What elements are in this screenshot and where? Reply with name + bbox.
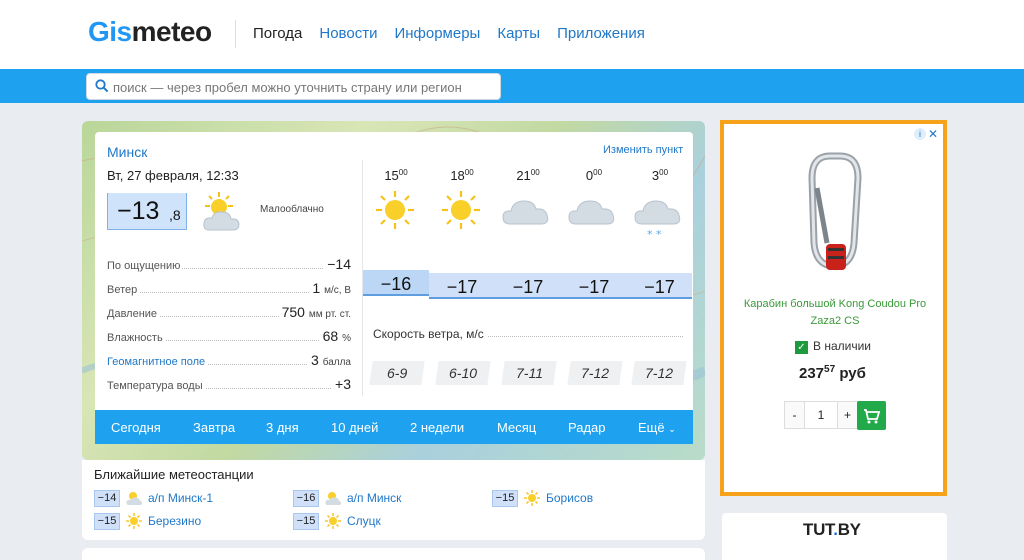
station-temp: −15 <box>94 513 120 530</box>
info-icon[interactable]: i <box>914 128 926 140</box>
chevron-down-icon: ⌄ <box>668 424 676 434</box>
add-to-cart-button[interactable] <box>857 401 886 430</box>
tab-tomorrow[interactable]: Завтра <box>193 420 235 435</box>
period-tabs: Сегодня Завтра 3 дня 10 дней 2 недели Ме… <box>95 410 693 444</box>
station-temp: −16 <box>293 490 319 507</box>
in-stock-label: В наличии <box>813 339 872 353</box>
nav-weather[interactable]: Погода <box>253 25 302 42</box>
product-title[interactable]: Карабин большой Kong Coudou Pro Zaza2 CS <box>743 296 927 330</box>
forecast-temp: −17 <box>429 273 495 299</box>
weather-params: По ощущению −14 Ветер 1 м/с, В Давление 750… <box>107 255 351 399</box>
nav-informers[interactable]: Информеры <box>394 25 480 42</box>
cloud-snow-icon: * * <box>634 200 681 240</box>
search-icon <box>95 79 109 93</box>
tab-10-days[interactable]: 10 дней <box>331 420 378 435</box>
condition-text: Малооблачно <box>260 204 324 215</box>
city-name[interactable]: Минск <box>107 144 147 160</box>
product-price: 23757 руб <box>799 364 866 382</box>
station-name: Березино <box>148 514 202 528</box>
partly-cloudy-icon <box>203 192 240 231</box>
stations-title: Ближайшие метеостанции <box>94 467 254 482</box>
param-pressure: Давление 750 мм рт. ст. <box>107 304 351 320</box>
station-temp: −14 <box>94 490 120 507</box>
svg-text:* *: * * <box>647 228 662 240</box>
param-feels-like: По ощущению −14 <box>107 256 351 272</box>
current-temp-integer: −13 <box>117 197 160 225</box>
nav-maps[interactable]: Карты <box>497 25 540 42</box>
checkmark-icon: ✓ <box>795 341 808 354</box>
wind-speed: 6-9 <box>369 361 425 385</box>
nav-apps[interactable]: Приложения <box>557 25 645 42</box>
nav-news[interactable]: Новости <box>319 25 377 42</box>
param-geomagnetic: Геомагнитное поле 3 балла <box>107 352 351 368</box>
forecast-temp: −17 <box>495 273 561 299</box>
close-icon[interactable]: ✕ <box>928 127 938 141</box>
wind-speed: 7-11 <box>501 361 557 385</box>
cart-icon <box>864 409 881 424</box>
tab-3-days[interactable]: 3 дня <box>266 420 299 435</box>
header-divider <box>235 20 236 48</box>
wind-title: Скорость ветра, м/с <box>373 327 488 341</box>
change-location-link[interactable]: Изменить пункт <box>603 144 683 156</box>
forecast-temp: −17 <box>627 273 692 299</box>
main-nav: Погода Новости Информеры Карты Приложени… <box>253 25 645 42</box>
param-wind: Ветер 1 м/с, В <box>107 280 351 296</box>
increment-button[interactable]: + <box>838 402 857 428</box>
station-name: Слуцк <box>347 514 381 528</box>
tab-radar[interactable]: Радар <box>568 420 606 435</box>
forecast-hour: 1500 <box>384 168 408 183</box>
sun-icon <box>376 191 414 229</box>
tab-2-weeks[interactable]: 2 недели <box>410 420 464 435</box>
tab-month[interactable]: Месяц <box>497 420 536 435</box>
param-humidity: Влажность 68 % <box>107 328 351 344</box>
cloud-icon <box>568 200 615 225</box>
sun-icon <box>442 191 480 229</box>
current-temp-fraction: ,8 <box>169 207 181 223</box>
next-section-card <box>82 548 705 560</box>
sun-icon <box>524 490 540 506</box>
sun-icon <box>126 513 142 529</box>
forecast-temp: −17 <box>561 273 627 299</box>
wind-speed: 7-12 <box>631 361 687 385</box>
param-water-temp: Температура воды +3 <box>107 376 351 392</box>
sun-icon <box>325 513 341 529</box>
station-name: Борисов <box>546 491 594 505</box>
current-datetime: Вт, 27 февраля, 12:33 <box>107 168 239 183</box>
partly-cloudy-icon <box>126 492 143 505</box>
current-temperature: −13 ,8 <box>107 193 187 230</box>
forecast-hour: 300 <box>651 168 669 183</box>
logo[interactable]: Gismeteo <box>88 16 212 48</box>
station-name: а/п Минск-1 <box>148 491 214 505</box>
search-input[interactable] <box>113 77 493 97</box>
quantity-value[interactable]: 1 <box>804 402 838 428</box>
tab-more[interactable]: Ещё ⌄ <box>638 420 676 435</box>
tab-today[interactable]: Сегодня <box>111 420 161 435</box>
station-name: а/п Минск <box>347 491 402 505</box>
cloud-icon <box>502 200 549 225</box>
tutby-logo[interactable]: TUT.BY <box>803 520 861 540</box>
quantity-stepper: - 1 + <box>784 401 858 429</box>
decrement-button[interactable]: - <box>785 402 804 428</box>
station-temp: −15 <box>492 490 518 507</box>
wind-speed: 6-10 <box>435 361 491 385</box>
forecast-hour: 000 <box>585 168 603 183</box>
product-image[interactable] <box>800 148 870 283</box>
search-box[interactable] <box>86 73 501 100</box>
partly-cloudy-icon <box>325 492 342 505</box>
forecast-hour: 1800 <box>450 168 474 183</box>
station-temp: −15 <box>293 513 319 530</box>
geomagnetic-link[interactable]: Геомагнитное поле <box>107 356 208 368</box>
forecast-temp: −16 <box>363 270 429 296</box>
forecast-hour: 2100 <box>516 168 540 183</box>
wind-speed: 7-12 <box>567 361 623 385</box>
